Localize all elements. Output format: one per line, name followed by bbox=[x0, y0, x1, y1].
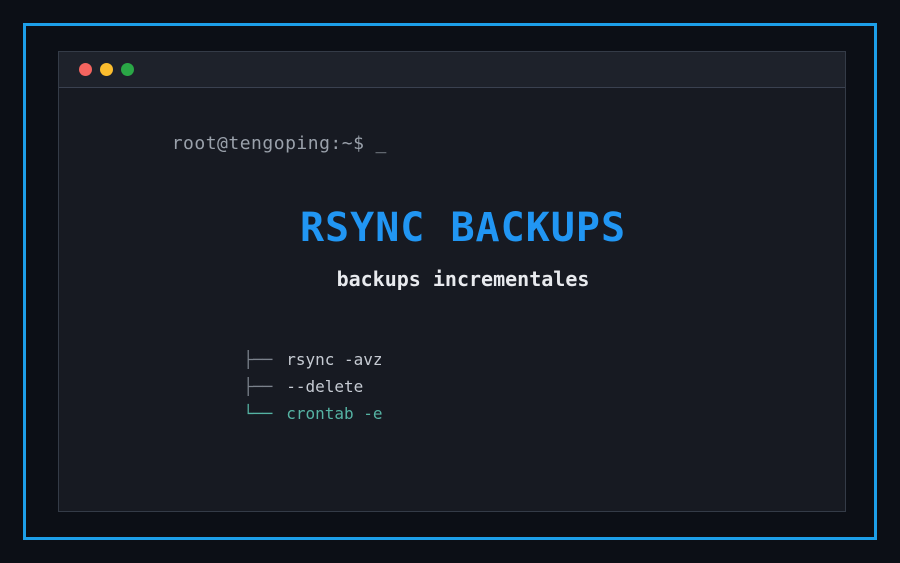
tree-branch-icon: ├── bbox=[243, 350, 273, 369]
close-window-icon[interactable] bbox=[79, 63, 92, 76]
list-item: ├── rsync -avz bbox=[147, 319, 845, 369]
page-background: root@tengoping:~$ _ RSYNC BACKUPS backups… bbox=[0, 0, 900, 563]
terminal-body: root@tengoping:~$ _ RSYNC BACKUPS backups… bbox=[59, 88, 845, 423]
terminal-window: root@tengoping:~$ _ RSYNC BACKUPS backups… bbox=[58, 51, 846, 512]
maximize-window-icon[interactable] bbox=[121, 63, 134, 76]
tree-branch-icon: └── bbox=[243, 404, 273, 423]
cursor: _ bbox=[375, 133, 387, 154]
window-titlebar[interactable] bbox=[59, 52, 845, 88]
minimize-window-icon[interactable] bbox=[100, 63, 113, 76]
prompt-text: root@tengoping:~$ bbox=[171, 133, 365, 154]
shell-prompt[interactable]: root@tengoping:~$ _ bbox=[81, 112, 845, 175]
command-label: --delete bbox=[286, 377, 364, 396]
tree-branch-icon: ├── bbox=[243, 377, 273, 396]
command-label: rsync -avz bbox=[286, 350, 383, 369]
page-title: RSYNC BACKUPS bbox=[299, 205, 627, 251]
command-tree: ├── rsync -avz ├── --delete └── crontab -e bbox=[147, 319, 845, 423]
command-label: crontab -e bbox=[286, 404, 383, 423]
page-subtitle: backups incrementales bbox=[336, 267, 590, 291]
